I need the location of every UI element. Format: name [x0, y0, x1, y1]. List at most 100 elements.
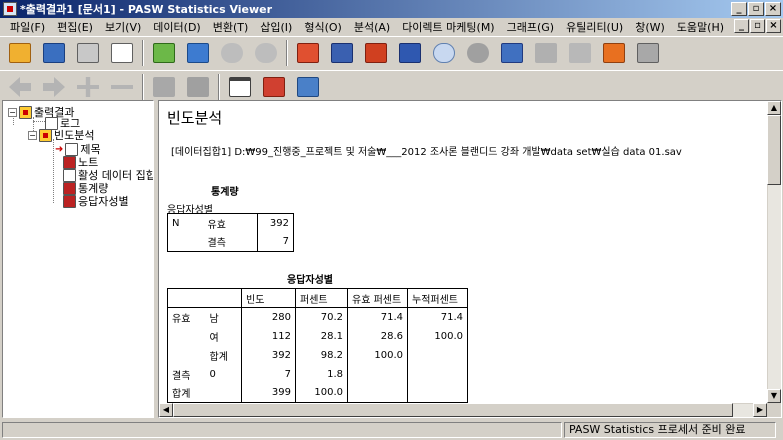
column-header: 빈도: [241, 288, 296, 308]
toolbar-separator: [218, 74, 220, 100]
redo-icon[interactable]: [252, 40, 280, 66]
table-cell: 399: [241, 383, 296, 403]
hide-item-icon[interactable]: [184, 74, 212, 100]
goto-case-icon[interactable]: [328, 40, 356, 66]
table-cell: 280: [241, 307, 296, 327]
undo-icon[interactable]: [218, 40, 246, 66]
show-all-icon[interactable]: [430, 40, 458, 66]
scroll-up-icon[interactable]: ▲: [767, 101, 781, 115]
table-cell: 112: [241, 326, 296, 346]
row-group-label: 유효: [172, 313, 191, 325]
tree-item-gender[interactable]: 응답자성별: [63, 193, 129, 209]
outline-pane[interactable]: − 출력결과 로그 − 빈도분석 ➜ 제목 노트 활성 데이터 집합 통계량 응…: [2, 100, 154, 418]
row-group-label: 결측: [172, 370, 191, 382]
collapse-toggle[interactable]: −: [28, 130, 37, 140]
vertical-scrollbar[interactable]: ▲ ▼: [767, 101, 781, 403]
table-cell: 100.0: [347, 345, 408, 365]
menu-direct-marketing[interactable]: 다이렉트 마케팅(M): [396, 19, 500, 35]
minimize-button[interactable]: _: [731, 2, 747, 16]
horizontal-scroll-thumb[interactable]: [173, 403, 733, 417]
scroll-left-icon[interactable]: ◀: [159, 403, 173, 417]
dataset-path: [데이터집합1] D:₩99_진행중_프로젝트 및 저술₩___2012 조사론…: [171, 147, 682, 158]
menu-utilities[interactable]: 유틸리티(U): [560, 19, 629, 35]
expand-icon[interactable]: [74, 74, 102, 100]
goto-data-icon[interactable]: [294, 40, 322, 66]
table-header-row: 빈도 퍼센트 유효 퍼센트 누적퍼센트: [167, 288, 468, 308]
scroll-down-icon[interactable]: ▼: [767, 389, 781, 403]
doc-close-button[interactable]: ×: [766, 19, 781, 33]
goto-variable-icon[interactable]: [362, 40, 390, 66]
table-cell: 98.2: [295, 345, 348, 365]
horizontal-scrollbar[interactable]: ◀ ▶: [159, 403, 767, 417]
insert-heading-icon[interactable]: [226, 74, 254, 100]
scroll-corner: [767, 403, 781, 417]
designate-window-icon[interactable]: [634, 40, 662, 66]
select-cases-icon[interactable]: [566, 40, 594, 66]
row-sublabel: 결측: [203, 232, 258, 252]
menu-format[interactable]: 형식(O): [298, 19, 347, 35]
table-cell: 100.0: [434, 330, 463, 342]
table-cell: [408, 346, 468, 365]
collapse-icon[interactable]: [108, 74, 136, 100]
scroll-right-icon[interactable]: ▶: [753, 403, 767, 417]
app-icon[interactable]: [3, 2, 17, 16]
table-cell: [408, 365, 468, 384]
menu-file[interactable]: 파일(F): [4, 19, 51, 35]
save-icon[interactable]: [40, 40, 68, 66]
column-header: 누적퍼센트: [407, 288, 468, 308]
weight-icon[interactable]: [532, 40, 560, 66]
print-preview-icon[interactable]: [108, 40, 136, 66]
menu-window[interactable]: 창(W): [629, 19, 671, 35]
menu-edit[interactable]: 편집(E): [51, 19, 99, 35]
table-row: 합계 392 98.2 100.0: [168, 345, 468, 365]
open-icon[interactable]: [6, 40, 34, 66]
row-label: [168, 233, 204, 252]
menu-view[interactable]: 보기(V): [99, 19, 147, 35]
hide-icon[interactable]: [464, 40, 492, 66]
split-file-icon[interactable]: [498, 40, 526, 66]
table-cell: [347, 364, 408, 384]
row-group-label: [168, 346, 206, 365]
table-cell: [408, 384, 468, 403]
close-button[interactable]: ×: [765, 2, 781, 16]
output-pane[interactable]: 빈도분석 [데이터집합1] D:₩99_진행중_프로젝트 및 저술₩___201…: [158, 100, 782, 418]
menu-data[interactable]: 데이터(D): [147, 19, 206, 35]
menu-transform[interactable]: 변환(T): [207, 19, 255, 35]
show-icon[interactable]: [150, 74, 178, 100]
row-label: 0: [205, 364, 242, 384]
demote-icon[interactable]: [40, 74, 68, 100]
maximize-button[interactable]: ▫: [748, 2, 764, 16]
table-cell: 100.0: [295, 383, 348, 403]
menu-insert[interactable]: 삽입(I): [254, 19, 298, 35]
outline-toolbar: [0, 70, 783, 103]
insert-title-icon[interactable]: [260, 74, 288, 100]
collapse-toggle[interactable]: −: [8, 107, 17, 117]
variables-icon[interactable]: [396, 40, 424, 66]
tree-label: 응답자성별: [78, 195, 129, 208]
table-cell: 28.1: [295, 326, 348, 346]
row-group-label: [168, 327, 206, 346]
viewer-window: *출력결과1 [문서1] - PASW Statistics Viewer _ …: [0, 0, 783, 440]
menu-analyze[interactable]: 분석(A): [348, 19, 396, 35]
doc-minimize-button[interactable]: _: [734, 19, 749, 33]
table-cell: 1.8: [295, 364, 348, 384]
recall-dialog-icon[interactable]: [184, 40, 212, 66]
toolbar-separator: [142, 40, 144, 66]
title-bar[interactable]: *출력결과1 [문서1] - PASW Statistics Viewer _ …: [0, 0, 783, 18]
insert-text-icon[interactable]: [294, 74, 322, 100]
table-row: 합계 399 100.0: [168, 383, 468, 403]
table-row: 여 112 28.1 28.6 100.0: [168, 326, 468, 346]
row-sublabel: 유효: [203, 213, 258, 233]
row-label: 남: [205, 307, 242, 327]
promote-icon[interactable]: [6, 74, 34, 100]
export-icon[interactable]: [150, 40, 178, 66]
vertical-scroll-thumb[interactable]: [767, 115, 781, 185]
print-icon[interactable]: [74, 40, 102, 66]
menu-help[interactable]: 도움말(H): [671, 19, 730, 35]
menu-graphs[interactable]: 그래프(G): [501, 19, 560, 35]
column-header: 퍼센트: [295, 288, 348, 308]
value-labels-icon[interactable]: [600, 40, 628, 66]
doc-restore-button[interactable]: ▫: [750, 19, 765, 33]
statistics-table: N 유효 392 결측 7: [167, 213, 294, 252]
table-row: 결측 0 7 1.8: [168, 364, 468, 384]
